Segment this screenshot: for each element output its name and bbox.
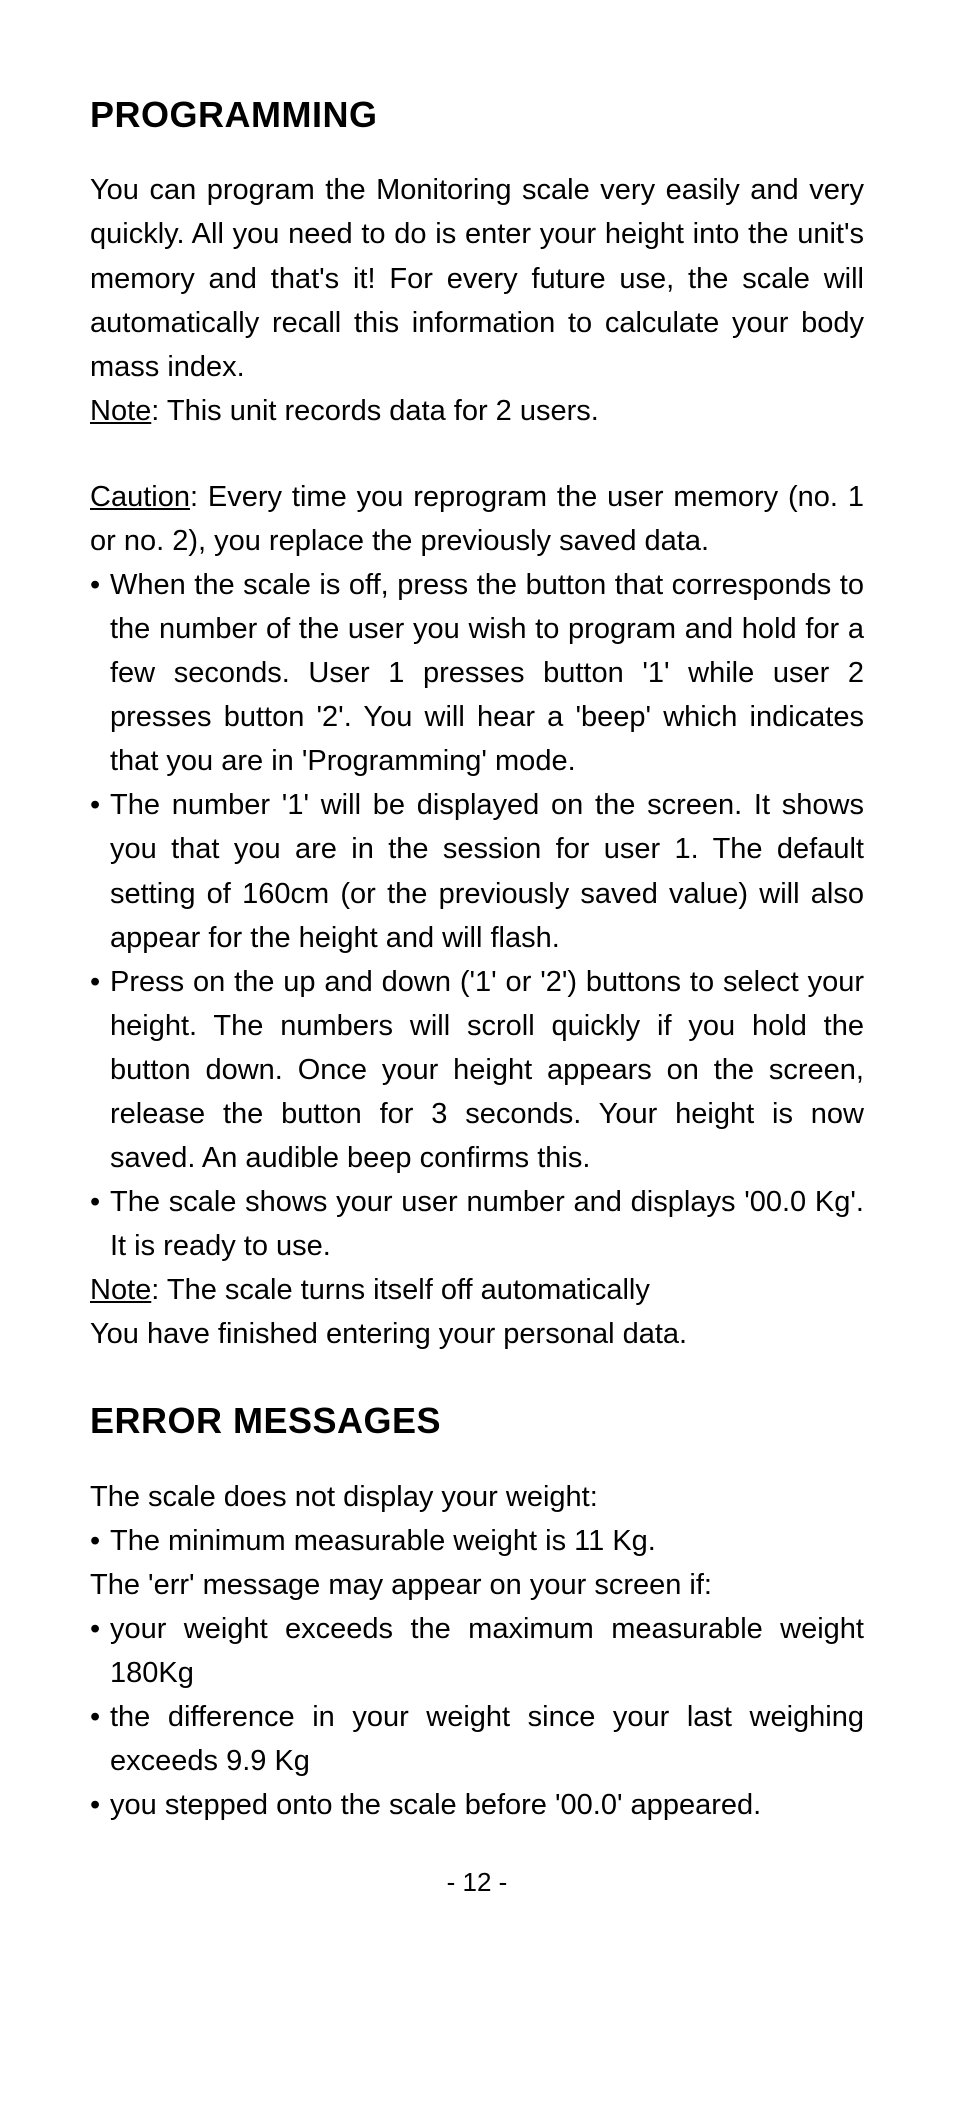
programming-note1: Note: This unit records data for 2 users… [90, 389, 864, 433]
section-heading-errors: ERROR MESSAGES [90, 1396, 864, 1446]
caution-label: Caution [90, 481, 190, 513]
list-item: When the scale is off, press the button … [90, 563, 864, 783]
page-number: - 12 - [90, 1863, 864, 1903]
list-item: the difference in your weight since your… [90, 1695, 864, 1783]
errors-err-intro: The 'err' message may appear on your scr… [90, 1563, 864, 1607]
list-item: The scale shows your user number and dis… [90, 1180, 864, 1268]
list-item: The minimum measurable weight is 11 Kg. [90, 1519, 864, 1563]
list-item: The number '1' will be displayed on the … [90, 783, 864, 959]
programming-closing: You have finished entering your personal… [90, 1312, 864, 1356]
list-item: Press on the up and down ('1' or '2') bu… [90, 960, 864, 1180]
errors-err-list: your weight exceeds the maximum measurab… [90, 1607, 864, 1827]
list-item: your weight exceeds the maximum measurab… [90, 1607, 864, 1695]
note-label: Note [90, 395, 151, 427]
note-text: : The scale turns itself off automatical… [151, 1274, 650, 1306]
caution-text: : Every time you reprogram the user memo… [90, 481, 864, 557]
errors-noweight-intro: The scale does not display your weight: [90, 1475, 864, 1519]
programming-caution: Caution: Every time you reprogram the us… [90, 475, 864, 563]
programming-intro: You can program the Monitoring scale ver… [90, 168, 864, 388]
programming-steps-list: When the scale is off, press the button … [90, 563, 864, 1268]
errors-noweight-list: The minimum measurable weight is 11 Kg. [90, 1519, 864, 1563]
list-item: you stepped onto the scale before '00.0'… [90, 1783, 864, 1827]
note-label: Note [90, 1274, 151, 1306]
section-heading-programming: PROGRAMMING [90, 90, 864, 140]
note-text: : This unit records data for 2 users. [151, 395, 599, 427]
programming-note2: Note: The scale turns itself off automat… [90, 1268, 864, 1312]
